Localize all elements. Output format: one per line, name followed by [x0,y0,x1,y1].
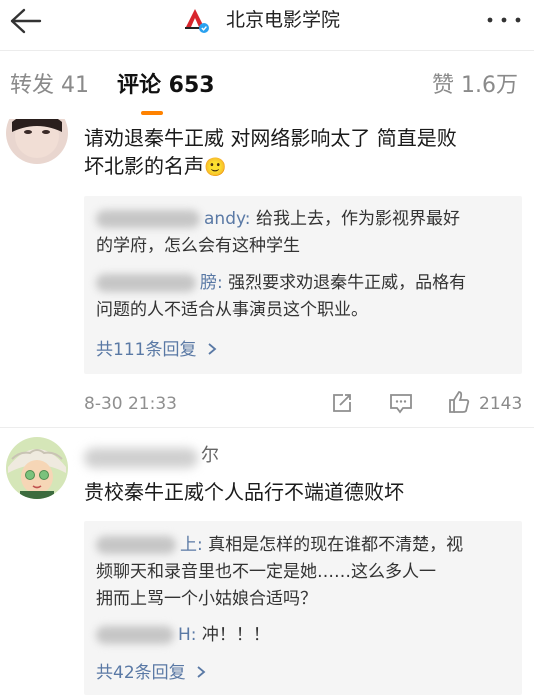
top-bar: 北京电影学院 [0,0,534,44]
blurred-username [96,274,196,292]
comment-text: 贵校秦牛正威个人品行不端道德败坏 [84,480,404,504]
school-logo-icon[interactable] [182,6,210,34]
blurred-username [96,536,176,554]
divider [0,50,534,51]
more-replies-link[interactable]: 共42条回复 [96,662,207,684]
repost-icon[interactable] [330,391,354,415]
reply-author[interactable]: H: [178,625,197,645]
comment-author[interactable]: 尔 [201,444,219,468]
more-dots-icon[interactable] [484,12,524,28]
reply-item[interactable]: 上: 真相是怎样的现在谁都不清楚，视 频聊天和录音里也不一定是她……这么多人一 … [96,532,516,613]
reply-item[interactable]: 膀: 强烈要求劝退秦牛正威，品格有 问题的人不适合从事演员这个职业。 [96,270,516,324]
chevron-right-icon [197,666,206,678]
reply-author[interactable]: andy: [204,209,251,229]
tab-comments[interactable]: 评论 653 [117,72,215,100]
chevron-right-icon [208,343,217,355]
comment-icon[interactable] [388,391,414,415]
back-arrow-icon[interactable] [8,6,42,36]
active-tab-indicator [141,111,163,115]
tab-reposts[interactable]: 转发 41 [10,72,89,100]
comment-time: 8-30 21:33 [84,394,177,414]
avatar[interactable] [6,119,68,164]
like-icon[interactable] [446,389,472,415]
more-replies-link[interactable]: 共111条回复 [96,339,218,361]
reply-item[interactable]: H: 冲！！！ [96,622,516,649]
like-count: 2143 [479,394,523,414]
blurred-username [84,448,198,468]
blurred-username [96,210,200,228]
blurred-username [96,626,174,644]
reply-author[interactable]: 膀: [200,273,223,293]
avatar[interactable] [6,437,68,499]
smile-emoji-icon: 🙂 [204,157,227,178]
divider [0,427,534,428]
comment-text: 请劝退秦牛正威 对网络影响太了 简直是败 坏北影的名声🙂 [84,126,457,178]
tab-likes[interactable]: 赞 1.6万 [432,72,518,100]
reply-item[interactable]: andy: 给我上去，作为影视界最好 的学府，怎么会有这种学生 [96,206,516,260]
reply-author[interactable]: 上: [180,535,203,555]
page-title: 北京电影学院 [226,9,341,31]
